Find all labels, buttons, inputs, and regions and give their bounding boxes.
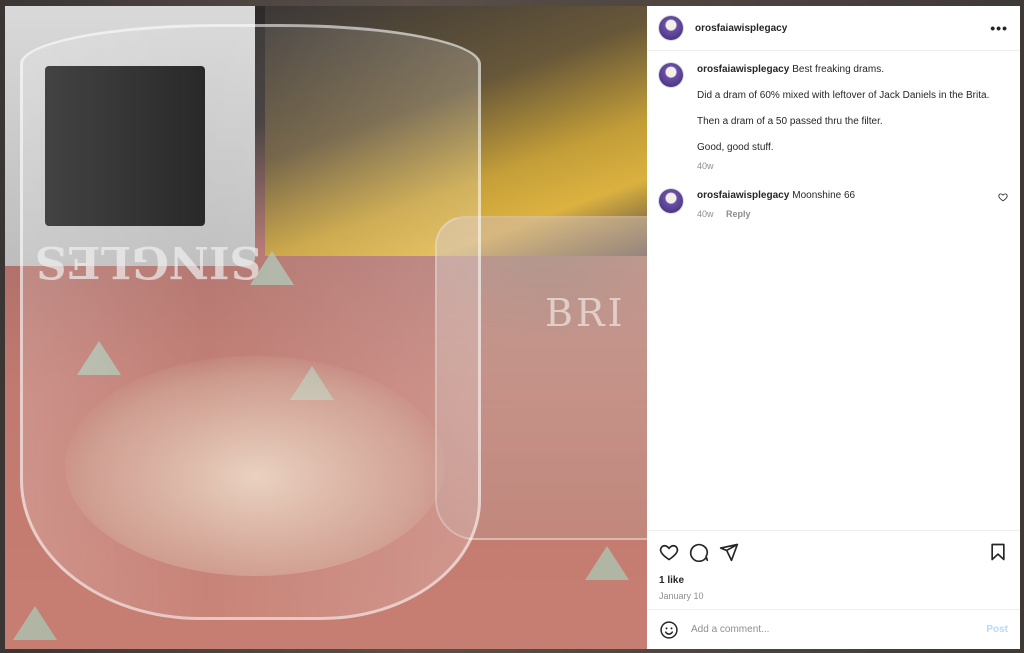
post-photo[interactable]: BRI SINGLES — [5, 6, 647, 649]
avatar[interactable] — [659, 16, 683, 40]
comment-meta: 40w Reply — [697, 208, 998, 221]
comments-list[interactable]: orosfaiawisplegacy Best freaking drams. D… — [647, 51, 1020, 530]
comment-icon[interactable] — [689, 542, 709, 562]
likes-count[interactable]: 1 like — [659, 575, 1008, 586]
avatar[interactable] — [659, 63, 683, 87]
comment-heart-icon[interactable] — [998, 192, 1008, 202]
post-button[interactable]: Post — [986, 624, 1008, 635]
comment-username[interactable]: orosfaiawisplegacy — [697, 190, 789, 201]
heart-icon[interactable] — [659, 542, 679, 562]
photo-liquid — [65, 356, 445, 576]
photo-tree-pattern — [585, 546, 629, 580]
more-icon[interactable]: ••• — [990, 20, 1008, 36]
reply-button[interactable]: Reply — [726, 209, 751, 219]
bookmark-icon[interactable] — [988, 542, 1008, 562]
caption-text-block: orosfaiawisplegacy Best freaking drams. D… — [697, 63, 1008, 154]
post-side-panel: orosfaiawisplegacy ••• orosfaiawisplegac… — [647, 6, 1020, 649]
post-header: orosfaiawisplegacy ••• — [647, 6, 1020, 51]
caption-meta: 40w — [697, 160, 1008, 173]
photo-pitcher-text: BRI — [545, 291, 626, 335]
comment-item: orosfaiawisplegacy Moonshine 66 40w Reply — [659, 189, 1008, 221]
photo-glass-text: SINGLES — [35, 236, 262, 287]
caption-body: orosfaiawisplegacy Best freaking drams. D… — [697, 63, 1008, 173]
caption-text: Best freaking drams. Did a dram of 60% m… — [697, 64, 990, 153]
add-comment-bar: Post — [647, 609, 1020, 649]
avatar[interactable] — [659, 189, 683, 213]
comment-time[interactable]: 40w — [697, 209, 714, 219]
comment-body: orosfaiawisplegacy Moonshine 66 40w Reply — [697, 189, 998, 221]
comment-input[interactable] — [689, 623, 987, 636]
emoji-icon[interactable] — [659, 620, 679, 640]
header-username[interactable]: orosfaiawisplegacy — [695, 23, 990, 34]
photo-tree-pattern — [13, 606, 57, 640]
share-icon[interactable] — [719, 542, 739, 562]
post-modal: BRI SINGLES orosfaiawisplegacy ••• orosf… — [5, 6, 1020, 649]
caption-row: orosfaiawisplegacy Best freaking drams. D… — [659, 63, 1008, 173]
post-date[interactable]: January 10 — [659, 591, 1008, 601]
action-icons — [659, 539, 1008, 565]
comment-text: Moonshine 66 — [792, 190, 856, 201]
post-actions: 1 like January 10 — [647, 530, 1020, 609]
caption-time[interactable]: 40w — [697, 161, 714, 171]
caption-username[interactable]: orosfaiawisplegacy — [697, 64, 789, 75]
